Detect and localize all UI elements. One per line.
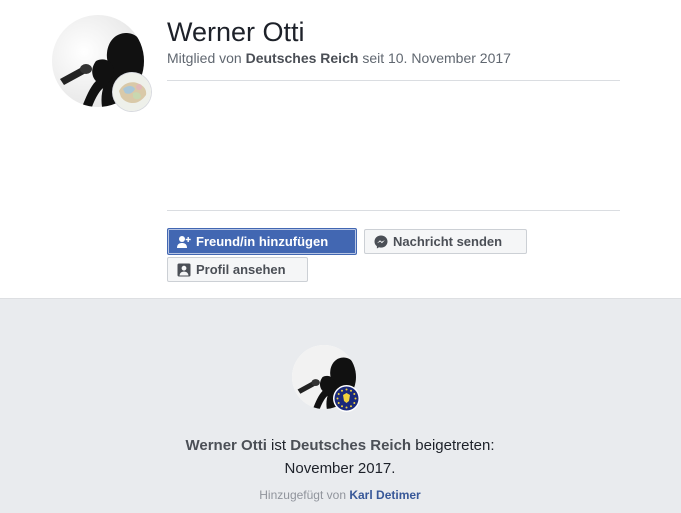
send-message-button[interactable]: Nachricht senden bbox=[364, 229, 527, 254]
profile-header: Werner Otti Mitglied von Deutsches Reich… bbox=[0, 0, 681, 298]
profile-name[interactable]: Werner Otti bbox=[167, 16, 305, 48]
add-friend-icon bbox=[177, 235, 191, 249]
view-profile-label: Profil ansehen bbox=[196, 262, 286, 277]
add-friend-button[interactable]: Freund/in hinzufügen bbox=[167, 228, 357, 255]
member-since: seit 10. November 2017 bbox=[362, 50, 511, 66]
added-by-link[interactable]: Karl Detimer bbox=[349, 488, 420, 502]
member-name-link[interactable]: Werner Otti bbox=[185, 437, 266, 454]
profile-icon bbox=[177, 263, 191, 277]
send-message-label: Nachricht senden bbox=[393, 234, 503, 249]
joined-date: November 2017. bbox=[284, 460, 396, 477]
joined-message: Werner Otti ist Deutsches Reich beigetre… bbox=[140, 434, 540, 480]
add-friend-label: Freund/in hinzufügen bbox=[196, 234, 329, 249]
group-name-link[interactable]: Deutsches Reich bbox=[290, 437, 411, 454]
view-profile-button[interactable]: Profil ansehen bbox=[167, 257, 308, 282]
group-badge-emblem bbox=[333, 385, 360, 412]
added-by-prefix: Hinzugefügt von bbox=[259, 488, 346, 502]
joined-verb2: beigetreten: bbox=[415, 437, 495, 454]
member-prefix: Mitglied von bbox=[167, 50, 242, 66]
messenger-icon bbox=[374, 235, 388, 249]
divider bbox=[167, 80, 620, 81]
group-badge-map bbox=[113, 73, 151, 111]
divider bbox=[167, 210, 620, 211]
added-by: Hinzugefügt von Karl Detimer bbox=[140, 487, 540, 503]
joined-verb: ist bbox=[271, 437, 287, 454]
profile-membership: Mitglied von Deutsches Reich seit 10. No… bbox=[167, 49, 511, 67]
group-link[interactable]: Deutsches Reich bbox=[246, 50, 359, 66]
